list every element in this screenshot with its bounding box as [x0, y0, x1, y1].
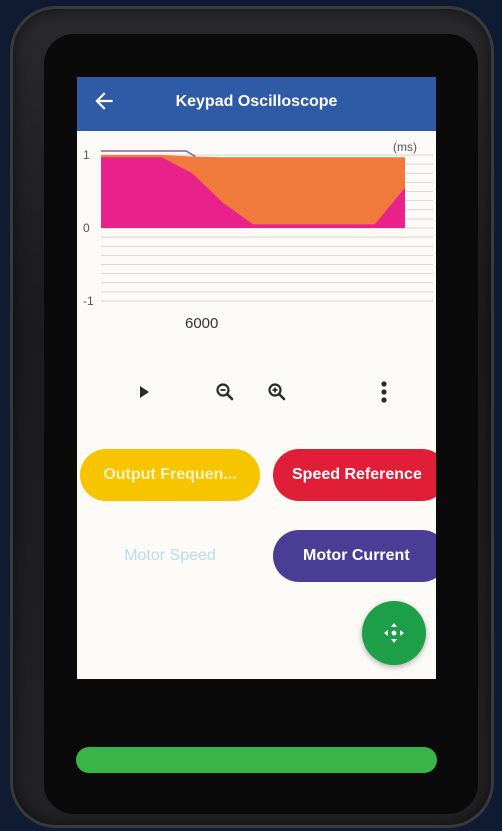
signal-chip-output-frequency[interactable]: Output Frequen...: [80, 449, 260, 501]
x-unit-label: (ms): [393, 140, 417, 154]
oscilloscope-chart[interactable]: 1 0 -1 (ms): [77, 131, 436, 321]
y-tick-label: -1: [83, 294, 94, 308]
signal-chip-speed-reference[interactable]: Speed Reference: [273, 449, 436, 501]
signal-chip-motor-current[interactable]: Motor Current: [273, 530, 436, 582]
app-bar: Keypad Oscilloscope: [77, 77, 436, 131]
zoom-in-icon[interactable]: [260, 375, 294, 409]
home-indicator-bar[interactable]: [76, 747, 437, 773]
y-tick-label: 1: [83, 148, 90, 162]
play-icon[interactable]: [127, 375, 161, 409]
zoom-out-icon[interactable]: [208, 375, 242, 409]
more-vertical-icon[interactable]: [367, 375, 401, 409]
signal-chip-motor-speed[interactable]: Motor Speed: [80, 530, 260, 582]
signal-label-motor-current: Motor Current: [303, 547, 410, 564]
y-tick-label: 0: [83, 221, 90, 235]
signal-label-motor-speed: Motor Speed: [124, 547, 216, 564]
move-arrows-icon: [384, 623, 404, 643]
move-fab-button[interactable]: [362, 601, 426, 665]
signal-label-speed-reference: Speed Reference: [292, 466, 422, 483]
time-window-value[interactable]: 6000: [185, 315, 218, 332]
signal-label-output-frequency: Output Frequen...: [103, 466, 237, 483]
app-screen: Keypad Oscilloscope 1 0 -1 (ms) 6000 Output…: [77, 77, 436, 679]
page-title: Keypad Oscilloscope: [175, 93, 338, 110]
